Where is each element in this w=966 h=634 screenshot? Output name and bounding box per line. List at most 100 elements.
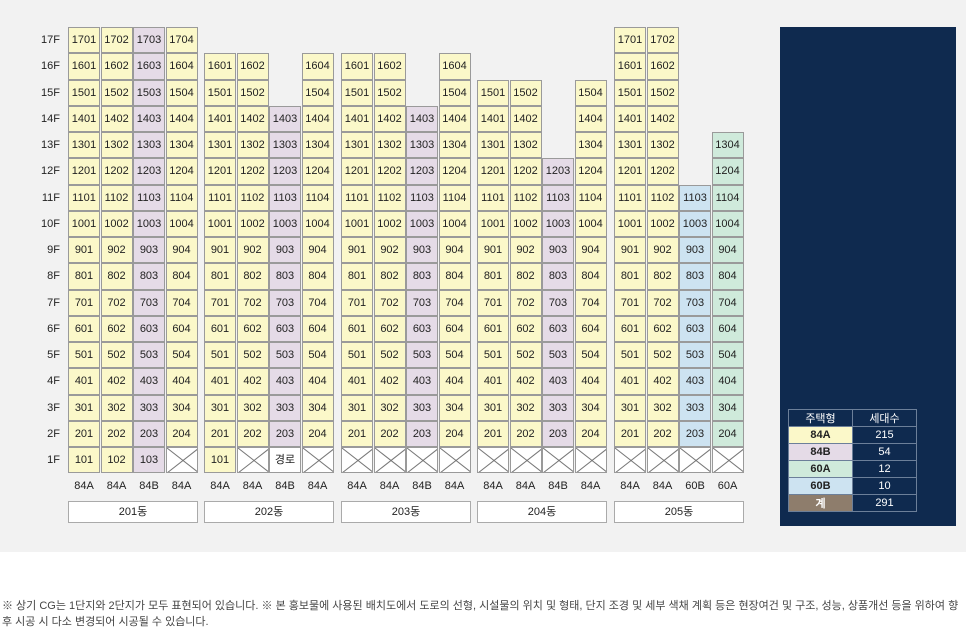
- unit-cell: 1504: [165, 79, 198, 106]
- unit-cell: 202: [509, 420, 542, 447]
- unit-cell: 204: [711, 420, 744, 447]
- building-label: 203동: [341, 501, 471, 523]
- unit-cell: 1102: [646, 184, 679, 211]
- unit-cell: 803: [406, 263, 438, 290]
- unit-cell: 303: [679, 394, 711, 421]
- unit-cell: 1702: [646, 27, 679, 54]
- unit-cell: 1101: [68, 184, 100, 211]
- empty-unit-cell: [301, 447, 334, 474]
- unit-cell: 1404: [438, 105, 471, 132]
- empty-unit-cell: [341, 447, 373, 474]
- unit-cell: 1102: [100, 184, 133, 211]
- unit-cell: 601: [477, 315, 509, 342]
- unit-cell: 1001: [204, 210, 236, 237]
- unit-cell: 801: [477, 263, 509, 290]
- empty-unit-cell: [373, 447, 406, 474]
- unit-cell: 1302: [236, 132, 269, 159]
- unit-cell: 502: [509, 342, 542, 369]
- unit-type-label: 84B: [548, 480, 568, 493]
- unit-cell: 504: [165, 342, 198, 369]
- unit-cell: 601: [341, 315, 373, 342]
- floor-label: 16F: [41, 60, 60, 73]
- unit-cell: 803: [269, 263, 301, 290]
- unit-cell: 401: [204, 368, 236, 395]
- unit-cell: 1201: [341, 158, 373, 185]
- unit-cell: 603: [679, 315, 711, 342]
- unit-cell: 601: [614, 315, 646, 342]
- unit-cell: 604: [711, 315, 744, 342]
- unit-cell: 1504: [574, 79, 607, 106]
- unit-cell: 1302: [100, 132, 133, 159]
- unit-cell: 1202: [646, 158, 679, 185]
- unit-cell: 204: [165, 420, 198, 447]
- unit-cell: 701: [477, 289, 509, 316]
- unit-cell: 1101: [477, 184, 509, 211]
- unit-cell: 701: [341, 289, 373, 316]
- unit-cell: 804: [301, 263, 334, 290]
- unit-cell: 802: [236, 263, 269, 290]
- unit-cell: 1302: [373, 132, 406, 159]
- unit-cell: 402: [646, 368, 679, 395]
- unit-cell: 802: [509, 263, 542, 290]
- unit-cell: 1103: [679, 184, 711, 211]
- unit-cell: 901: [341, 237, 373, 264]
- unit-cell: 201: [477, 420, 509, 447]
- unit-cell: 1301: [68, 132, 100, 159]
- unit-cell: 801: [614, 263, 646, 290]
- unit-cell: 901: [68, 237, 100, 264]
- unit-cell: 1003: [542, 210, 574, 237]
- unit-cell: 702: [373, 289, 406, 316]
- legend-count: 291: [852, 494, 917, 512]
- unit-cell: 1401: [614, 105, 646, 132]
- unit-cell: 501: [341, 342, 373, 369]
- unit-cell: 1102: [509, 184, 542, 211]
- unit-cell: 904: [301, 237, 334, 264]
- unit-cell: 501: [614, 342, 646, 369]
- unit-cell: 603: [269, 315, 301, 342]
- unit-type-label: 84A: [210, 480, 230, 493]
- unit-cell: 1401: [477, 105, 509, 132]
- unit-cell: 1304: [165, 132, 198, 159]
- unit-cell: 1301: [614, 132, 646, 159]
- unit-cell: 1301: [477, 132, 509, 159]
- unit-cell: 1301: [204, 132, 236, 159]
- unit-type-label: 60B: [685, 480, 705, 493]
- unit-cell: 1402: [373, 105, 406, 132]
- floor-label: 13F: [41, 139, 60, 151]
- unit-cell: 803: [133, 263, 165, 290]
- unit-cell: 902: [100, 237, 133, 264]
- unit-cell: 204: [438, 420, 471, 447]
- unit-cell: 902: [509, 237, 542, 264]
- unit-cell: 1304: [438, 132, 471, 159]
- unit-cell: 1504: [438, 79, 471, 106]
- unit-cell: 501: [204, 342, 236, 369]
- unit-cell: 1603: [133, 53, 165, 80]
- unit-cell: 403: [542, 368, 574, 395]
- unit-cell: 504: [301, 342, 334, 369]
- unit-cell: 202: [236, 420, 269, 447]
- legend-row: 계 291: [788, 494, 917, 512]
- empty-unit-cell: [711, 447, 744, 474]
- unit-cell: 1402: [236, 105, 269, 132]
- unit-cell: 1602: [373, 53, 406, 80]
- unit-cell: 1203: [133, 158, 165, 185]
- unit-cell: 1702: [100, 27, 133, 54]
- unit-cell: 204: [574, 420, 607, 447]
- unit-cell: 1303: [133, 132, 165, 159]
- unit-cell: 1002: [646, 210, 679, 237]
- unit-layout-diagram: 17F 16F 15F 14F 13F 12F 11F 10F 9F 8F 7F 6F 5F 4F 3F 2F…: [0, 0, 966, 552]
- unit-cell: 302: [373, 394, 406, 421]
- unit-cell: 403: [679, 368, 711, 395]
- unit-cell: 1302: [509, 132, 542, 159]
- unit-cell: 1003: [679, 210, 711, 237]
- unit-cell: 401: [614, 368, 646, 395]
- unit-cell: 1202: [100, 158, 133, 185]
- unit-cell: 1304: [574, 132, 607, 159]
- unit-cell: 1502: [100, 79, 133, 106]
- unit-cell: 904: [165, 237, 198, 264]
- unit-cell: 1202: [236, 158, 269, 185]
- unit-cell: 1401: [204, 105, 236, 132]
- unit-cell: 304: [438, 394, 471, 421]
- unit-cell: 1001: [614, 210, 646, 237]
- unit-cell: 1402: [509, 105, 542, 132]
